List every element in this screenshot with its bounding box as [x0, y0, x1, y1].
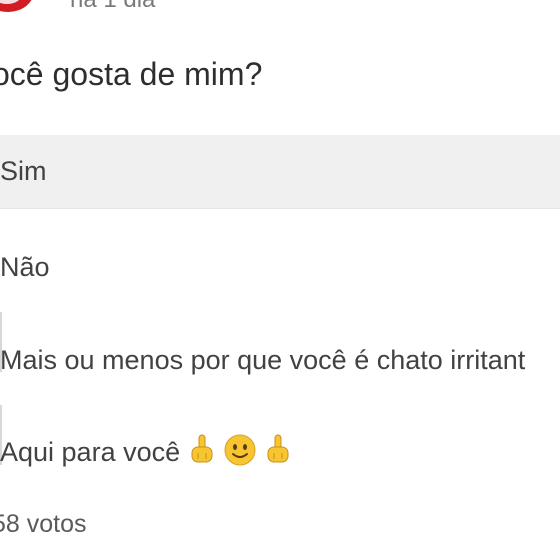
- poll-option-mais-ou-menos[interactable]: Mais ou menos por que você é chato irrit…: [0, 323, 560, 397]
- finger-icon: [266, 434, 290, 471]
- post-time: há 1 dia: [70, 0, 155, 14]
- poll-option-label: Mais ou menos por que você é chato irrit…: [0, 344, 526, 375]
- poll-option-aqui[interactable]: Aqui para você: [0, 415, 560, 489]
- poll-option-sim[interactable]: Sim: [0, 135, 560, 209]
- poll-option-label: Não: [0, 251, 50, 282]
- poll-question: ocê gosta de mim?: [0, 56, 263, 92]
- finger-icon: [190, 434, 214, 471]
- smiley-icon: [224, 434, 256, 471]
- poll-option-label: Aqui para você: [0, 436, 181, 467]
- poll-option-label: Sim: [0, 156, 47, 186]
- vote-count: 58 votos: [0, 510, 87, 538]
- poll-option-nao[interactable]: Não: [0, 230, 560, 304]
- avatar[interactable]: [0, 0, 34, 12]
